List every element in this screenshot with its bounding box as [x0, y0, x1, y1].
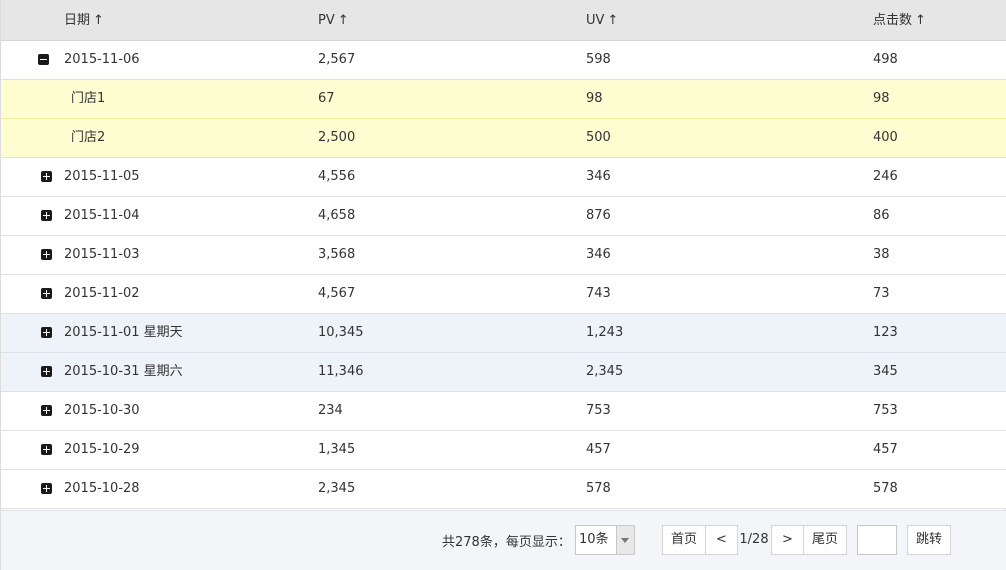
cell-date: 2015-11-03	[64, 247, 140, 262]
data-grid: 日期 ↑ PV ↑ UV ↑ 点击数 ↑ 2015-11-06 2,567 598 498 门店…	[0, 0, 1006, 570]
last-page-button[interactable]: 尾页	[803, 525, 847, 555]
table-row: 2015-10-31 星期六 11,346 2,345 345	[1, 353, 1006, 392]
cell-clicks: 38	[873, 247, 890, 262]
cell-clicks: 578	[873, 481, 898, 496]
table-row: 2015-11-02 4,567 743 73	[1, 275, 1006, 314]
plus-square-icon[interactable]	[41, 171, 52, 182]
cell-uv: 1,243	[586, 325, 624, 340]
column-header-label: 日期	[64, 13, 91, 28]
column-header-label: PV	[318, 13, 335, 28]
cell-uv: 598	[586, 52, 611, 67]
column-header-uv[interactable]: UV ↑	[586, 0, 618, 41]
cell-uv: 346	[586, 169, 611, 184]
sort-arrow-icon: ↑	[337, 13, 349, 28]
column-header-label: UV	[586, 13, 605, 28]
page-indicator: 1/28	[739, 532, 769, 547]
cell-date: 2015-11-02	[64, 286, 140, 301]
table-row: 2015-11-05 4,556 346 246	[1, 158, 1006, 197]
minus-square-icon[interactable]	[38, 54, 49, 65]
cell-pv: 2,500	[318, 130, 356, 145]
dropdown-arrow-icon[interactable]	[616, 526, 634, 554]
pagination-bar: 共278条，每页显示： 10条 首页 < 1/28 > 尾页 跳转	[1, 510, 1006, 570]
plus-square-icon[interactable]	[41, 483, 52, 494]
cell-clicks: 98	[873, 91, 890, 106]
table-row: 2015-10-28 2,345 578 578	[1, 470, 1006, 509]
cell-date: 门店1	[71, 91, 106, 106]
cell-date: 2015-11-04	[64, 208, 140, 223]
cell-pv: 67	[318, 91, 335, 106]
cell-uv: 876	[586, 208, 611, 223]
cell-clicks: 123	[873, 325, 898, 340]
cell-pv: 4,556	[318, 169, 356, 184]
cell-uv: 457	[586, 442, 611, 457]
sort-arrow-icon: ↑	[607, 13, 619, 28]
cell-uv: 753	[586, 403, 611, 418]
cell-pv: 3,568	[318, 247, 356, 262]
next-page-button[interactable]: >	[771, 525, 804, 555]
jump-page-input[interactable]	[857, 525, 897, 555]
cell-clicks: 345	[873, 364, 898, 379]
cell-pv: 4,658	[318, 208, 356, 223]
plus-square-icon[interactable]	[41, 327, 52, 338]
cell-pv: 1,345	[318, 442, 356, 457]
cell-date: 门店2	[71, 130, 106, 145]
column-header-clicks[interactable]: 点击数 ↑	[873, 0, 926, 41]
plus-square-icon[interactable]	[41, 249, 52, 260]
cell-pv: 2,345	[318, 481, 356, 496]
cell-pv: 4,567	[318, 286, 356, 301]
cell-clicks: 73	[873, 286, 890, 301]
table-header: 日期 ↑ PV ↑ UV ↑ 点击数 ↑	[1, 0, 1006, 41]
plus-square-icon[interactable]	[41, 288, 52, 299]
cell-pv: 234	[318, 403, 343, 418]
table-row: 2015-10-29 1,345 457 457	[1, 431, 1006, 470]
total-count-text: 共278条，每页显示：	[442, 535, 571, 550]
cell-date: 2015-10-29	[64, 442, 140, 457]
column-header-pv[interactable]: PV ↑	[318, 0, 349, 41]
plus-square-icon[interactable]	[41, 366, 52, 377]
cell-uv: 743	[586, 286, 611, 301]
column-header-date[interactable]: 日期 ↑	[64, 0, 104, 41]
jump-button[interactable]: 跳转	[907, 525, 951, 555]
sort-arrow-icon: ↑	[915, 13, 926, 28]
plus-square-icon[interactable]	[41, 405, 52, 416]
sort-arrow-icon: ↑	[93, 13, 104, 28]
plus-square-icon[interactable]	[41, 210, 52, 221]
plus-square-icon[interactable]	[41, 444, 52, 455]
cell-date: 2015-10-30	[64, 403, 140, 418]
cell-uv: 346	[586, 247, 611, 262]
table-row-child: 门店1 67 98 98	[1, 80, 1006, 119]
cell-pv: 11,346	[318, 364, 364, 379]
column-header-label: 点击数	[873, 13, 913, 28]
cell-uv: 578	[586, 481, 611, 496]
table-row: 2015-11-03 3,568 346 38	[1, 236, 1006, 275]
cell-clicks: 753	[873, 403, 898, 418]
cell-clicks: 246	[873, 169, 898, 184]
table-row: 2015-11-04 4,658 876 86	[1, 197, 1006, 236]
page-size-value: 10条	[579, 532, 609, 547]
table-row: 2015-10-30 234 753 753	[1, 392, 1006, 431]
cell-pv: 10,345	[318, 325, 364, 340]
cell-date: 2015-11-05	[64, 169, 140, 184]
cell-date: 2015-10-31 星期六	[64, 364, 183, 379]
cell-clicks: 498	[873, 52, 898, 67]
cell-clicks: 86	[873, 208, 890, 223]
first-page-button[interactable]: 首页	[662, 525, 706, 555]
cell-uv: 98	[586, 91, 603, 106]
cell-clicks: 457	[873, 442, 898, 457]
table-row-child: 门店2 2,500 500 400	[1, 119, 1006, 158]
cell-uv: 500	[586, 130, 611, 145]
table-row: 2015-11-01 星期天 10,345 1,243 123	[1, 314, 1006, 353]
page-size-select[interactable]: 10条	[575, 525, 635, 555]
cell-date: 2015-10-28	[64, 481, 140, 496]
prev-page-button[interactable]: <	[705, 525, 738, 555]
cell-date: 2015-11-01 星期天	[64, 325, 183, 340]
cell-clicks: 400	[873, 130, 898, 145]
cell-date: 2015-11-06	[64, 52, 140, 67]
table-row: 2015-11-06 2,567 598 498	[1, 41, 1006, 80]
cell-uv: 2,345	[586, 364, 624, 379]
cell-pv: 2,567	[318, 52, 356, 67]
